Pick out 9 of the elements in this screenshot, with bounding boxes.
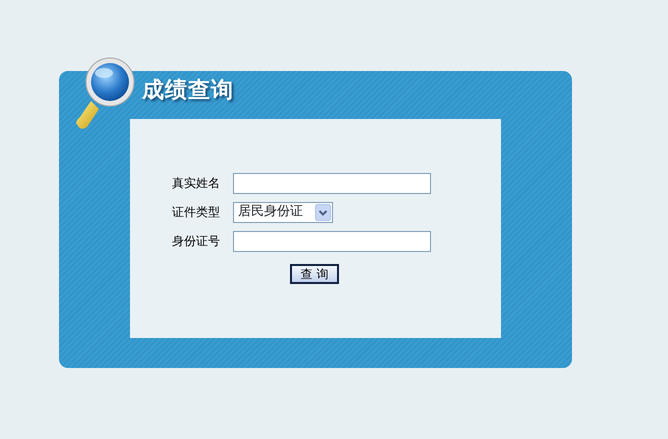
magnifier-icon [73,57,137,131]
field-label: 身份证号 [171,233,221,250]
field-label: 证件类型 [171,204,221,221]
page-title: 成绩查询 [142,77,234,105]
input-field[interactable] [233,230,431,252]
input-field[interactable] [233,172,431,194]
type-dropdown[interactable]: 居民身份证 [233,202,333,222]
query-button[interactable]: 查 询 [290,264,339,284]
field-label: 真实姓名 [171,175,221,192]
